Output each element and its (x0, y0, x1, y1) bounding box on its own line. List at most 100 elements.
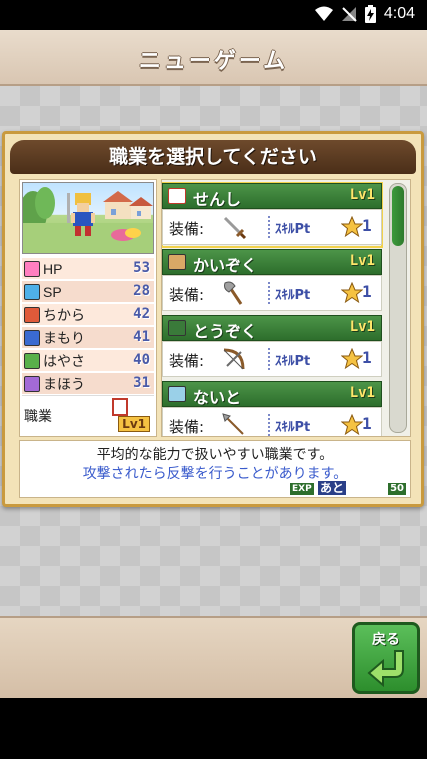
stat-row-sp: SP 28 (22, 281, 154, 302)
skill-points-label: ｽｷﾙPt (275, 222, 311, 237)
job-card-header: せんし Lv1 (162, 183, 382, 209)
no-signal-icon (341, 7, 357, 22)
stat-label: まもり (43, 329, 85, 346)
axe-icon (224, 281, 243, 305)
star-icon (341, 414, 363, 436)
navigation-bar (0, 698, 427, 759)
boot-icon (24, 352, 40, 369)
back-button[interactable]: 戻る (352, 622, 420, 694)
stat-label: SP (43, 283, 62, 300)
knight-icon (168, 386, 186, 402)
job-card-touzoku[interactable]: とうぞく Lv1 装備: ｽｷﾙPt 1 (162, 315, 382, 379)
equip-label: 装備: (169, 352, 205, 370)
job-card-kaizoku[interactable]: かいぞく Lv1 装備: ｽｷﾙPt 1 (162, 249, 382, 313)
job-card-body: 装備: ｽｷﾙPt 1 (162, 407, 382, 436)
equip-label: 装備: (169, 418, 205, 436)
job-select-dialog: 職業を選択してください HP 53 SP 28 ちから 42 まもり 41 はや… (2, 131, 424, 507)
skill-points-label: ｽｷﾙPt (275, 354, 311, 369)
job-list[interactable]: せんし Lv1 装備: ｽｷﾙPt 1 かいぞく Lv1 装備: ｽｷﾙPt 1… (161, 179, 411, 437)
spear-icon (222, 413, 244, 435)
exp-remaining-label: あと (318, 481, 347, 495)
job-description: 平均的な能力で扱いやすい職業です。 攻撃されたら反撃を行うことがあります。 EX… (19, 440, 411, 498)
stat-row-hp: HP 53 (22, 258, 154, 279)
return-arrow-icon (367, 650, 404, 688)
screen-title: ニューゲーム (138, 49, 289, 74)
equip-label: 装備: (169, 286, 205, 304)
skill-points-value: 1 (362, 216, 372, 235)
shield-icon (24, 329, 40, 346)
job-level: Lv1 (349, 187, 375, 203)
bow-icon (223, 348, 245, 370)
stat-row-power: ちから 42 (22, 304, 154, 325)
stat-row-speed: はやさ 40 (22, 350, 154, 371)
stat-value: 42 (133, 306, 150, 322)
job-name: せんし (193, 190, 242, 209)
job-name: ないと (193, 388, 242, 407)
stat-value: 53 (133, 260, 150, 276)
stat-label: HP (43, 260, 63, 277)
sword-icon (24, 306, 40, 323)
job-list-scrollbar[interactable] (389, 183, 407, 433)
skill-points-label: ｽｷﾙPt (275, 288, 311, 303)
job-card-body: 装備: ｽｷﾙPt 1 (162, 341, 382, 377)
pirate-icon (168, 254, 186, 270)
job-level: Lv1 (349, 319, 375, 335)
separator (268, 282, 270, 304)
character-panel: HP 53 SP 28 ちから 42 まもり 41 はやさ 40 まほう 31 … (19, 179, 157, 437)
job-level: Lv1 (349, 253, 375, 269)
star-icon (341, 282, 363, 304)
stat-label: まほう (43, 375, 85, 392)
character-portrait (22, 182, 154, 254)
battery-charging-icon (364, 5, 376, 23)
portrait-scene (23, 187, 153, 253)
current-job: 職業 Lv1 (22, 395, 154, 434)
separator (268, 216, 270, 238)
stat-value: 40 (133, 352, 150, 368)
job-level: Lv1 (118, 416, 150, 432)
exp-value: 50 (388, 483, 406, 495)
magic-icon (24, 375, 40, 392)
description-line-2: 攻撃されたら反撃を行うことがあります。 (82, 466, 348, 482)
skill-points-value: 1 (362, 348, 372, 367)
heart-icon (24, 260, 40, 277)
status-icons: 4:04 (314, 5, 415, 23)
separator (268, 414, 270, 436)
skill-points-label: ｽｷﾙPt (275, 420, 311, 435)
title-bar: ニューゲーム (0, 30, 427, 86)
job-card-header: かいぞく Lv1 (162, 249, 382, 275)
wifi-icon (314, 6, 333, 21)
stat-label: ちから (43, 306, 85, 323)
job-label: 職業 (24, 409, 52, 425)
job-card-naito[interactable]: ないと Lv1 装備: ｽｷﾙPt 1 (162, 381, 382, 436)
dialog-title: 職業を選択してください (10, 140, 416, 174)
stat-label: はやさ (43, 352, 85, 369)
job-card-body: 装備: ｽｷﾙPt 1 (162, 275, 382, 311)
skill-points-value: 1 (362, 414, 372, 433)
star-icon (341, 216, 363, 238)
warrior-icon (168, 188, 186, 204)
stat-value: 31 (133, 375, 150, 391)
sword-icon (223, 216, 247, 240)
star-icon (341, 348, 363, 370)
job-badge-icon (112, 398, 128, 416)
diamond-icon (24, 283, 40, 300)
bottom-bar: 戻る (0, 616, 427, 698)
skill-points-value: 1 (362, 282, 372, 301)
exp-label: EXP (290, 483, 314, 495)
job-card-senshi[interactable]: せんし Lv1 装備: ｽｷﾙPt 1 (162, 182, 383, 248)
equip-label: 装備: (169, 220, 205, 238)
stat-value: 28 (133, 283, 150, 299)
status-bar: 4:04 (0, 0, 427, 30)
status-time: 4:04 (383, 5, 415, 22)
description-line-1: 平均的な能力で扱いやすい職業です。 (96, 447, 334, 463)
separator (268, 348, 270, 370)
job-name: とうぞく (193, 322, 258, 341)
stat-row-defense: まもり 41 (22, 327, 154, 348)
scroll-thumb[interactable] (392, 186, 404, 246)
stats-list: HP 53 SP 28 ちから 42 まもり 41 はやさ 40 まほう 31 (22, 258, 154, 396)
stat-value: 41 (133, 329, 150, 345)
job-card-header: とうぞく Lv1 (162, 315, 382, 341)
thief-icon (168, 320, 186, 336)
job-name: かいぞく (193, 256, 258, 275)
job-level: Lv1 (349, 385, 375, 401)
